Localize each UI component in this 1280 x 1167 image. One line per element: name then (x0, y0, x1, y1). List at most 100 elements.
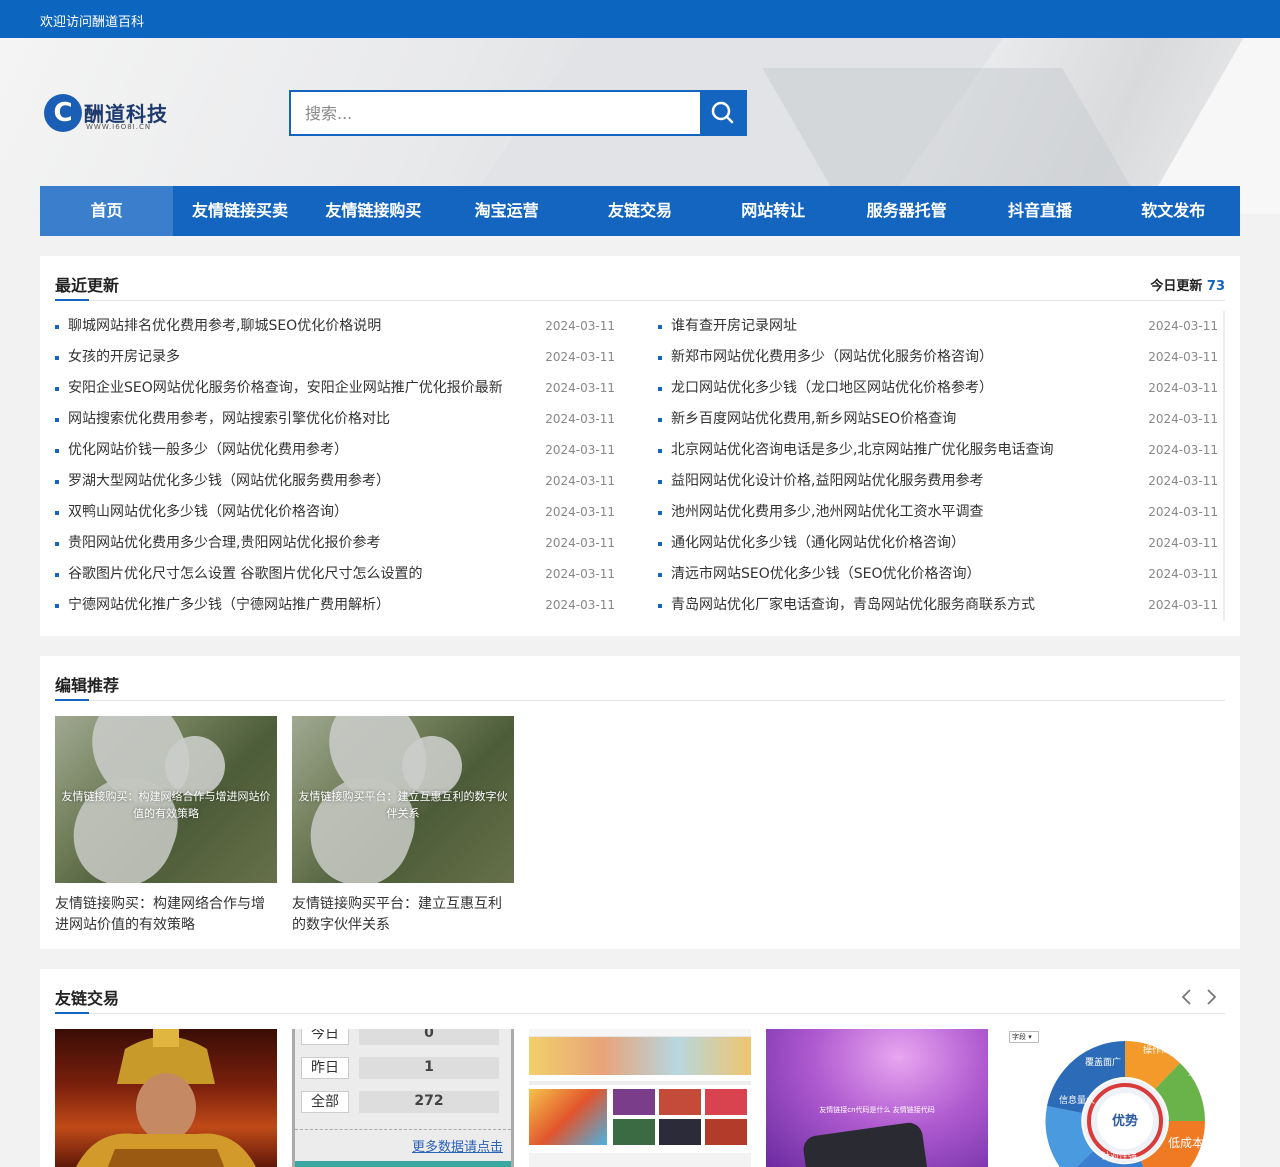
list-item[interactable]: 罗湖大型网站优化多少钱（网站优化服务费用参考） 2024-03-11 (55, 466, 615, 497)
diagram-segment: 低成本 (1168, 1136, 1204, 1150)
logo-mark-icon: C (44, 94, 82, 132)
news-title[interactable]: 谷歌图片优化尺寸怎么设置 谷歌图片优化尺寸怎么设置的 (68, 559, 422, 590)
list-item[interactable]: 女孩的开房记录多 2024-03-11 (55, 342, 615, 373)
list-item[interactable]: 网站搜索优化费用参考，网站搜索引擎优化价格对比 2024-03-11 (55, 404, 615, 435)
list-item[interactable]: 贵阳网站优化费用多少合理,贵阳网站优化报价参考 2024-03-11 (55, 528, 615, 559)
article-title[interactable]: 友情链接购买：构建网络合作与增进网站价值的有效策略 (55, 894, 277, 936)
news-title[interactable]: 优化网站价钱一般多少（网站优化费用参考） (68, 435, 348, 466)
list-item[interactable]: 优化网站价钱一般多少（网站优化费用参考） 2024-03-11 (55, 435, 615, 466)
diagram-segment: 互动性强 (1188, 1066, 1224, 1078)
list-item[interactable]: 新乡百度网站优化费用,新乡网站SEO价格查询 2024-03-11 (658, 404, 1218, 435)
main-nav: 首页 友情链接买卖 友情链接购买 淘宝运营 友链交易 网站转让 服务器托管 抖音… (40, 186, 1240, 236)
news-title[interactable]: 安阳企业SEO网站优化服务价格查询，安阳企业网站推广优化报价最新 (68, 373, 503, 404)
news-date: 2024-03-11 (545, 350, 615, 364)
search-box (289, 90, 747, 136)
article-card[interactable]: 友情链接购买：构建网络合作与增进网站价值的有效策略 友情链接购买：构建网络合作与… (55, 716, 277, 936)
stats-footer-bar (295, 1161, 511, 1167)
diagram-segment: 操作简单 (1143, 1044, 1179, 1056)
site-logo[interactable]: C 酬道科技 WWW.I6O8I.CN (44, 92, 176, 134)
list-item[interactable]: 聊城网站排名优化费用参考,聊城SEO优化价格说明 2024-03-11 (55, 311, 615, 342)
news-date: 2024-03-11 (545, 474, 615, 488)
list-item[interactable]: 谁有查开房记录网址 2024-03-11 (658, 311, 1218, 342)
news-title[interactable]: 清远市网站SEO优化多少钱（SEO优化价格咨询） (671, 559, 981, 590)
list-item[interactable]: 益阳网站优化设计价格,益阳网站优化服务费用参考 2024-03-11 (658, 466, 1218, 497)
search-button[interactable] (700, 92, 745, 134)
stats-value: 1 (359, 1057, 499, 1079)
news-date: 2024-03-11 (545, 505, 615, 519)
news-title[interactable]: 贵阳网站优化费用多少合理,贵阳网站优化报价参考 (68, 528, 380, 559)
nav-item-link-trading[interactable]: 友情链接买卖 (173, 186, 306, 236)
purple-caption: 友情链接cn代码是什么 友情链接代码 (819, 1106, 935, 1114)
news-title[interactable]: 罗湖大型网站优化多少钱（网站优化服务费用参考） (68, 466, 390, 497)
news-date: 2024-03-11 (545, 319, 615, 333)
trade-thumbnail-purple[interactable]: 友情链接cn代码是什么 友情链接代码 (766, 1029, 988, 1167)
news-date: 2024-03-11 (545, 598, 615, 612)
list-item[interactable]: 安阳企业SEO网站优化服务价格查询，安阳企业网站推广优化报价最新 2024-03-… (55, 373, 615, 404)
nav-item-press-release[interactable]: 软文发布 (1107, 186, 1240, 236)
welcome-text: 欢迎访问酬道百科 (40, 15, 145, 30)
article-thumbnail[interactable]: 友情链接购买：构建网络合作与增进网站价值的有效策略 (55, 716, 277, 883)
news-date: 2024-03-11 (1148, 350, 1218, 364)
chevron-left-icon[interactable] (1177, 987, 1197, 1007)
news-date: 2024-03-11 (1148, 443, 1218, 457)
news-date: 2024-03-11 (1148, 536, 1218, 550)
list-item[interactable]: 通化网站优化多少钱（通化网站优化价格咨询） 2024-03-11 (658, 528, 1218, 559)
chevron-right-icon[interactable] (1201, 987, 1221, 1007)
list-item[interactable]: 谷歌图片优化尺寸怎么设置 谷歌图片优化尺寸怎么设置的 2024-03-11 (55, 559, 615, 590)
nav-item-link-purchase[interactable]: 友情链接购买 (307, 186, 440, 236)
list-item[interactable]: 清远市网站SEO优化多少钱（SEO优化价格咨询） 2024-03-11 (658, 559, 1218, 590)
diagram-center-label: 优势 (1112, 1113, 1138, 1129)
recent-updates-panel: 最近更新 今日更新 73 聊城网站排名优化费用参考,聊城SEO优化价格说明 202… (40, 256, 1240, 636)
search-icon (711, 101, 734, 124)
news-title[interactable]: 新乡百度网站优化费用,新乡网站SEO价格查询 (671, 404, 956, 435)
list-item[interactable]: 池州网站优化费用多少,池州网站优化工资水平调查 2024-03-11 (658, 497, 1218, 528)
news-date: 2024-03-11 (1148, 505, 1218, 519)
news-title[interactable]: 聊城网站排名优化费用参考,聊城SEO优化价格说明 (68, 311, 381, 342)
trade-thumbnail-portrait[interactable] (55, 1029, 277, 1167)
article-thumbnail[interactable]: 友情链接购买平台：建立互惠互利的数字伙伴关系 (292, 716, 514, 883)
news-title[interactable]: 谁有查开房记录网址 (671, 311, 797, 342)
portrait-image (76, 1029, 256, 1167)
nav-item-home[interactable]: 首页 (40, 186, 174, 236)
search-input[interactable] (291, 92, 701, 134)
news-title[interactable]: 双鸭山网站优化多少钱（网站优化价格咨询） (68, 497, 348, 528)
news-title[interactable]: 宁德网站优化推广多少钱（宁德网站推广费用解析） (68, 590, 390, 621)
list-item[interactable]: 北京网站优化咨询电话是多少,北京网站推广优化服务电话查询 2024-03-11 (658, 435, 1218, 466)
news-title[interactable]: 青岛网站优化厂家电话查询，青岛网站优化服务商联系方式 (671, 590, 1035, 621)
news-title[interactable]: 龙口网站优化多少钱（龙口地区网站优化价格参考） (671, 373, 993, 404)
article-card[interactable]: 友情链接购买平台：建立互惠互利的数字伙伴关系 友情链接购买平台：建立互惠互利的数… (292, 716, 514, 936)
news-date: 2024-03-11 (1148, 598, 1218, 612)
news-title[interactable]: 通化网站优化多少钱（通化网站优化价格咨询） (671, 528, 965, 559)
news-title[interactable]: 网站搜索优化费用参考，网站搜索引擎优化价格对比 (68, 404, 390, 435)
news-title[interactable]: 池州网站优化费用多少,池州网站优化工资水平调查 (671, 497, 983, 528)
section-title: 最近更新 (55, 276, 120, 295)
list-scrollbar[interactable] (1223, 311, 1225, 621)
editor-picks-panel: 编辑推荐 友情链接购买：构建网络合作与增进网站价值的有效策略 友情链接购买：构建… (40, 656, 1240, 949)
trade-thumbnail-stats[interactable]: 今日 0 昨日 1 全部 272 更多数据请点击 (292, 1029, 514, 1167)
list-item[interactable]: 双鸭山网站优化多少钱（网站优化价格咨询） 2024-03-11 (55, 497, 615, 528)
nav-item-douyin-live[interactable]: 抖音直播 (973, 186, 1106, 236)
news-date: 2024-03-11 (1148, 319, 1218, 333)
link-trade-header: 友链交易 (55, 969, 1225, 1014)
trade-thumbnail-website[interactable] (529, 1029, 751, 1167)
diagram-segment: 针对性强 (1101, 1150, 1137, 1162)
list-item[interactable]: 新郑市网站优化费用多少（网站优化服务价格咨询） 2024-03-11 (658, 342, 1218, 373)
news-title[interactable]: 女孩的开房记录多 (68, 342, 180, 373)
more-data-link[interactable]: 更多数据请点击 (412, 1136, 503, 1155)
nav-item-site-transfer[interactable]: 网站转让 (707, 186, 840, 236)
list-item[interactable]: 龙口网站优化多少钱（龙口地区网站优化价格参考） 2024-03-11 (658, 373, 1218, 404)
news-date: 2024-03-11 (545, 412, 615, 426)
editor-picks-header: 编辑推荐 (55, 656, 1225, 701)
list-item[interactable]: 青岛网站优化厂家电话查询，青岛网站优化服务商联系方式 2024-03-11 (658, 590, 1218, 621)
news-title[interactable]: 北京网站优化咨询电话是多少,北京网站推广优化服务电话查询 (671, 435, 1053, 466)
nav-item-server-hosting[interactable]: 服务器托管 (840, 186, 973, 236)
trade-thumbnail-diagram[interactable]: 字段 ▾ 优势 操作简单 互动性强 低成本 针对性强 信息量大 覆盖面广 (1003, 1029, 1225, 1167)
stats-row: 全部 (301, 1091, 349, 1113)
nav-item-link-exchange[interactable]: 友链交易 (573, 186, 706, 236)
nav-item-taobao[interactable]: 淘宝运营 (440, 186, 573, 236)
list-item[interactable]: 宁德网站优化推广多少钱（宁德网站推广费用解析） 2024-03-11 (55, 590, 615, 621)
section-title: 编辑推荐 (55, 676, 120, 695)
article-title[interactable]: 友情链接购买平台：建立互惠互利的数字伙伴关系 (292, 894, 514, 936)
news-title[interactable]: 新郑市网站优化费用多少（网站优化服务价格咨询） (671, 342, 993, 373)
news-title[interactable]: 益阳网站优化设计价格,益阳网站优化服务费用参考 (671, 466, 983, 497)
